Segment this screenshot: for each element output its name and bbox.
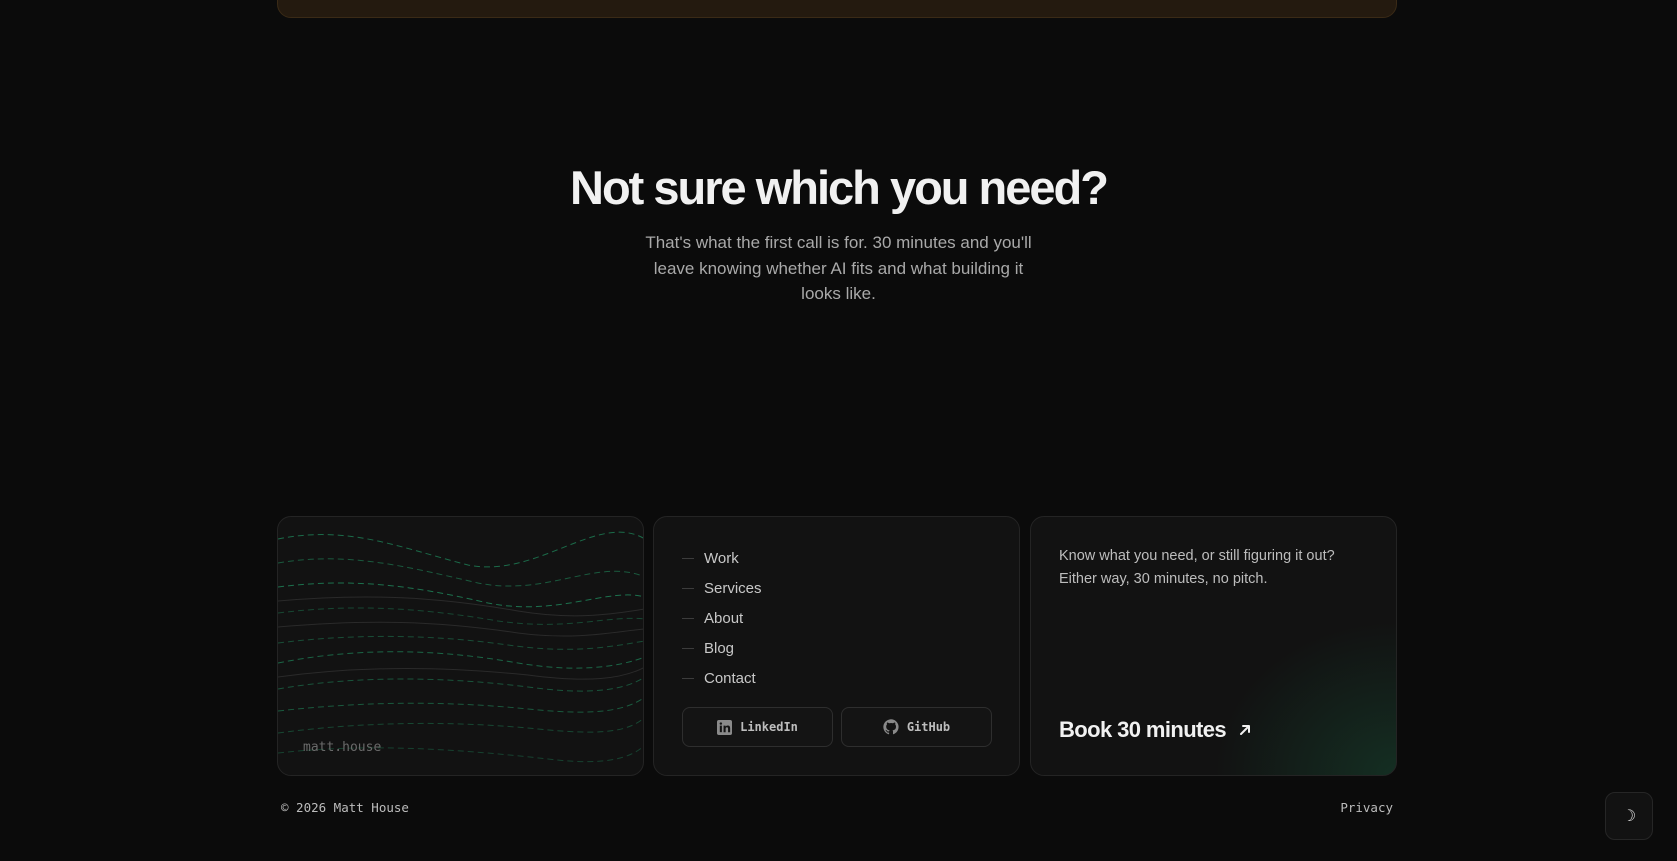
privacy-link[interactable]: Privacy [1340, 800, 1393, 815]
dash-icon [682, 587, 694, 589]
github-button[interactable]: GitHub [841, 707, 992, 747]
brand-label: matt.house [303, 740, 382, 755]
linkedin-button[interactable]: LinkedIn [682, 707, 833, 747]
dash-icon [682, 557, 694, 559]
wave-line [278, 558, 643, 587]
book-call-link[interactable]: Book 30 minutes [1059, 717, 1252, 743]
moon-icon: ☽ [1621, 808, 1637, 825]
nav-item-blog[interactable]: Blog [682, 633, 762, 663]
nav-card: Work Services About Blog Contact LinkedI… [653, 516, 1020, 776]
wave-line [278, 531, 643, 568]
nav-link-label[interactable]: Work [704, 550, 739, 567]
linkedin-label: LinkedIn [740, 720, 798, 734]
brand-card: matt.house [277, 516, 644, 776]
booking-text: Know what you need, or still figuring it… [1059, 548, 1335, 587]
nav-link-label[interactable]: Services [704, 580, 762, 597]
wave-pattern [278, 531, 643, 763]
copyright-text: © 2026 Matt House [281, 800, 409, 815]
nav-item-about[interactable]: About [682, 603, 762, 633]
top-card-edge [277, 0, 1397, 18]
arrow-up-right-icon [1240, 725, 1251, 735]
social-links: LinkedIn GitHub [682, 707, 992, 747]
footer-bar: © 2026 Matt House Privacy [281, 800, 1393, 815]
footer-nav: Work Services About Blog Contact [682, 543, 762, 693]
page: Not sure which you need? That's what the… [0, 0, 1677, 861]
dash-icon [682, 677, 694, 679]
wave-line [278, 607, 643, 625]
nav-link-label[interactable]: Contact [704, 670, 756, 687]
wave-line [278, 697, 643, 713]
github-label: GitHub [906, 720, 951, 734]
book-call-label: Book 30 minutes [1059, 717, 1227, 742]
section-subtitle: That's what the first call is for. 30 mi… [645, 233, 1032, 303]
dash-icon [682, 617, 694, 619]
nav-link-label[interactable]: Blog [704, 640, 734, 657]
wave-line [278, 582, 643, 608]
nav-item-contact[interactable]: Contact [682, 663, 762, 693]
footer-cards: matt.house Work Services About Blog Cont… [277, 516, 1397, 776]
dash-icon [682, 647, 694, 649]
wave-line [278, 717, 643, 734]
cta-section: Not sure which you need? That's what the… [0, 160, 1677, 307]
wave-line [278, 635, 643, 650]
booking-card: Know what you need, or still figuring it… [1030, 516, 1397, 776]
github-icon [883, 719, 899, 735]
section-title: Not sure which you need? [570, 161, 1109, 214]
nav-item-services[interactable]: Services [682, 573, 762, 603]
wave-line [278, 651, 643, 669]
nav-item-work[interactable]: Work [682, 543, 762, 573]
nav-link-label[interactable]: About [704, 610, 743, 627]
theme-toggle-button[interactable]: ☽ [1605, 792, 1653, 840]
linkedin-icon [717, 719, 733, 735]
